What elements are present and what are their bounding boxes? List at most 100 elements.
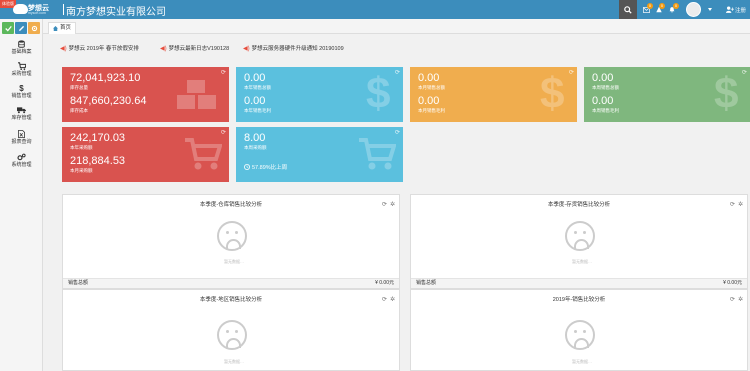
notification-button[interactable]: 0: [665, 0, 679, 19]
stat-value: 0.00: [592, 95, 614, 107]
sidebar-item-label: 系统管理: [11, 162, 32, 168]
refresh-icon[interactable]: ⟳: [221, 129, 226, 136]
mail-button[interactable]: 0: [639, 0, 653, 19]
sidebar-item-reports[interactable]: 报表查询: [0, 129, 43, 149]
refresh-icon[interactable]: ⟳: [569, 69, 574, 76]
truck-icon: [0, 106, 43, 115]
sidebar-item-label: 销售管理: [11, 93, 32, 99]
sidebar-item-purchase[interactable]: 采购管理: [0, 61, 43, 81]
refresh-icon[interactable]: ⟳: [395, 129, 400, 136]
stat-compare: 57.89%比上周: [252, 165, 288, 171]
gear-icon[interactable]: ✲: [738, 296, 743, 303]
quick-settings-button[interactable]: [28, 22, 40, 34]
refresh-icon[interactable]: ⟳: [382, 296, 387, 303]
stat-card-purchase: ⟳ 242,170.03 本年采购额 218,884.53 本月采购额: [62, 127, 229, 182]
panel-tools: ⟳ ✲: [730, 296, 743, 303]
divider: [63, 4, 64, 15]
cubes-icon: [177, 80, 216, 109]
empty-message: 暂无数据…: [224, 259, 244, 264]
stat-label: 本月采购额: [70, 168, 93, 173]
refresh-icon[interactable]: ⟳: [730, 201, 735, 208]
dollar-icon: $: [714, 69, 739, 118]
tab-home[interactable]: 首页: [48, 22, 77, 34]
panel-footer: 销售总额 ¥ 0.00元: [63, 278, 399, 288]
gear-icon[interactable]: ✲: [390, 201, 395, 208]
speaker-icon: ◀): [160, 45, 167, 52]
panel-title: 2019年-销售比较分析: [552, 297, 606, 303]
refresh-icon[interactable]: ⟳: [221, 69, 226, 76]
sidebar-toolbar: [2, 22, 40, 34]
panel-title: 本季度-存货销售比较分析: [547, 202, 611, 208]
panel-tools: ⟳ ✲: [730, 201, 743, 208]
panel-region-sales: 本季度-地区销售比较分析 ⟳ ✲ 暂无数据…: [62, 289, 400, 371]
register-label: 注册: [734, 7, 746, 14]
panel-tools: ⟳ ✲: [382, 296, 395, 303]
top-navbar: 体验版 梦想云 mysoft.com 南方梦想实业有限公司 0 0 0 注册: [0, 0, 750, 19]
sad-face-icon: [217, 320, 247, 350]
refresh-icon[interactable]: ⟳: [382, 201, 387, 208]
stat-label: 本月销售毛利: [418, 108, 445, 113]
refresh-icon[interactable]: ⟳: [730, 296, 735, 303]
stat-label: 本年采购额: [70, 145, 93, 150]
tab-label: 首页: [60, 25, 72, 31]
gear-icon: [31, 25, 37, 31]
sidebar-item-label: 基础档案: [11, 49, 32, 55]
sad-face-icon: [565, 221, 595, 251]
empty-message: 暂无数据…: [572, 359, 592, 364]
panel-tools: ⟳ ✲: [382, 201, 395, 208]
speaker-icon: ◀): [60, 45, 67, 52]
stat-label: 库存总量: [70, 85, 88, 90]
search-icon: [624, 5, 632, 14]
stat-label: 本年销售毛利: [244, 108, 271, 113]
notice-link[interactable]: ◀) 梦想云服务器硬件升级通知 20190109: [243, 44, 344, 53]
home-icon: [53, 26, 58, 31]
stat-value: 218,884.53: [70, 155, 126, 167]
sidebar-item-sales[interactable]: $ 销售管理: [0, 83, 43, 103]
excel-icon: [0, 130, 43, 139]
alert-badge: 0: [673, 3, 679, 9]
avatar: [686, 2, 701, 17]
footer-value: ¥ 0.00元: [375, 280, 394, 286]
gear-icon[interactable]: ✲: [390, 296, 395, 303]
gear-icon[interactable]: ✲: [738, 201, 743, 208]
panel-footer: 销售总额 ¥ 0.00元: [411, 278, 747, 288]
empty-message: 暂无数据…: [224, 359, 244, 364]
user-plus-icon: [725, 6, 734, 13]
warning-button[interactable]: 0: [653, 0, 665, 19]
user-menu[interactable]: [680, 0, 720, 19]
quick-check-button[interactable]: [2, 22, 14, 34]
panel-year-sales: 2019年-销售比较分析 ⟳ ✲ 暂无数据…: [410, 289, 748, 371]
stat-value: 72,041,923.10: [70, 72, 141, 84]
tab-strip: 首页: [43, 19, 750, 34]
sidebar-item-label: 库存管理: [11, 115, 32, 121]
footer-label: 销售总额: [68, 280, 89, 286]
stat-value: 242,170.03: [70, 132, 126, 144]
stat-label: 本周采购额: [244, 145, 267, 150]
logo-subtext: mysoft.com: [28, 11, 46, 15]
quick-edit-button[interactable]: [15, 22, 27, 34]
dollar-icon: $: [540, 69, 565, 118]
sidebar-item-basic-records[interactable]: 基础档案: [0, 39, 43, 59]
sad-face-icon: [217, 221, 247, 251]
refresh-icon[interactable]: ⟳: [742, 69, 747, 76]
cart-icon: [185, 138, 222, 170]
sidebar: 基础档案 采购管理 $ 销售管理 库存管理 报表查询 系统管理: [0, 19, 43, 371]
refresh-icon[interactable]: ⟳: [395, 69, 400, 76]
footer-value: ¥ 0.00元: [723, 280, 742, 286]
notice-link[interactable]: ◀) 梦想云最新日志V190128: [160, 44, 229, 53]
logo[interactable]: 体验版 梦想云 mysoft.com: [0, 0, 49, 19]
cloud-logo-icon: [13, 4, 28, 14]
sidebar-item-label: 报表查询: [11, 139, 32, 145]
sidebar-item-label: 采购管理: [11, 71, 32, 77]
register-button[interactable]: 注册: [722, 0, 750, 19]
stat-value: 0.00: [418, 95, 440, 107]
sidebar-item-inventory[interactable]: 库存管理: [0, 105, 43, 125]
speaker-icon: ◀): [243, 45, 250, 52]
stat-card-year-sales: $ ⟳ 0.00 本年销售总额 0.00 本年销售毛利: [236, 67, 403, 122]
notice-link[interactable]: ◀) 梦想云 2019年 春节放假安排: [60, 44, 139, 53]
database-icon: [0, 40, 43, 49]
sidebar-item-system[interactable]: 系统管理: [0, 152, 43, 172]
search-button[interactable]: [619, 0, 637, 19]
stat-value: 0.00: [244, 95, 266, 107]
check-icon: [4, 25, 12, 32]
